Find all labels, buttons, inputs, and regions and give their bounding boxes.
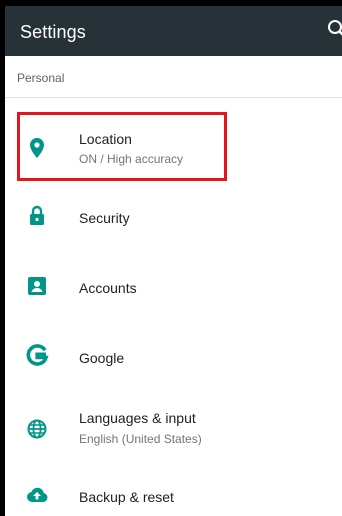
settings-item-label: Location [79,131,132,147]
settings-item-subtitle: English (United States) [79,432,202,446]
location-pin-icon [25,136,49,160]
account-box-icon [25,274,49,298]
section-divider [5,97,342,98]
settings-item-subtitle: ON / High accuracy [79,152,184,166]
cloud-upload-icon [25,483,49,507]
settings-item-google[interactable]: Google [5,322,342,392]
settings-item-label: Google [79,350,125,366]
globe-icon [25,417,49,441]
search-button[interactable] [325,17,342,41]
settings-item-label: Security [79,210,130,226]
settings-item-label: Backup & reset [79,489,174,505]
settings-item-languages[interactable]: Languages & input English (United States… [5,392,342,462]
settings-item-label: Accounts [79,280,137,296]
app-bar: Settings [5,6,342,56]
lock-icon [25,204,49,228]
section-header-personal: Personal [17,71,65,85]
settings-item-backup[interactable]: Backup & reset [5,462,342,516]
search-icon [328,20,342,36]
settings-screen: Settings Personal Location ON / High acc… [5,6,342,516]
settings-item-location[interactable]: Location ON / High accuracy [5,112,342,182]
settings-item-security[interactable]: Security [5,182,342,252]
google-g-icon [25,344,49,368]
settings-item-accounts[interactable]: Accounts [5,252,342,322]
settings-item-label: Languages & input [79,410,196,426]
page-title: Settings [20,22,86,42]
